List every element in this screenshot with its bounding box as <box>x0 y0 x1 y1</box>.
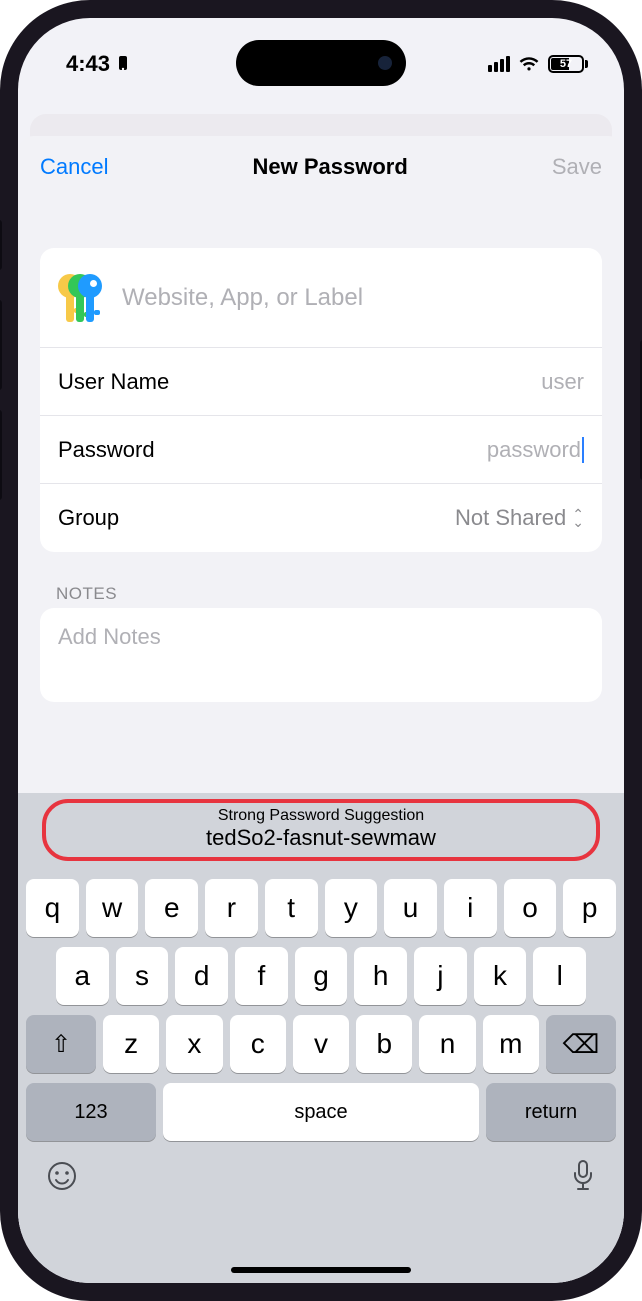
space-key[interactable]: space <box>163 1083 479 1141</box>
emoji-icon <box>46 1160 78 1192</box>
front-camera-icon <box>378 56 392 70</box>
suggestion-title: Strong Password Suggestion <box>68 807 575 825</box>
dynamic-island <box>236 40 406 86</box>
site-row[interactable]: Website, App, or Label <box>40 248 602 348</box>
key-u[interactable]: u <box>384 879 437 937</box>
notes-field[interactable]: Add Notes <box>40 608 602 702</box>
backspace-icon: ⌫ <box>563 1029 600 1060</box>
key-m[interactable]: m <box>483 1015 539 1073</box>
keyboard-rows: q w e r t y u i o p a s d <box>18 879 624 1141</box>
group-row[interactable]: Group Not Shared ⌃⌄ <box>40 484 602 552</box>
key-h[interactable]: h <box>354 947 407 1005</box>
shift-key[interactable]: ⇧ <box>26 1015 96 1073</box>
status-time: 4:43 <box>66 51 110 77</box>
key-y[interactable]: y <box>325 879 378 937</box>
password-value: password <box>487 437 581 463</box>
notes-section-header: NOTES <box>56 584 586 604</box>
cancel-button[interactable]: Cancel <box>40 154 108 180</box>
wifi-icon <box>518 56 540 72</box>
dictation-key[interactable] <box>570 1159 596 1201</box>
key-c[interactable]: c <box>230 1015 286 1073</box>
return-key[interactable]: return <box>486 1083 616 1141</box>
key-l[interactable]: l <box>533 947 586 1005</box>
keyboard-row-1: q w e r t y u i o p <box>26 879 616 937</box>
group-value: Not Shared <box>455 505 566 531</box>
site-field-placeholder: Website, App, or Label <box>122 284 363 312</box>
nav-bar: Cancel New Password Save <box>18 136 624 198</box>
keyboard-bottom-row <box>18 1141 624 1201</box>
microphone-icon <box>570 1159 596 1193</box>
battery-percent: 57 <box>550 58 582 70</box>
keyboard: Strong Password Suggestion tedSo2-fasnut… <box>18 793 624 1283</box>
key-s[interactable]: s <box>116 947 169 1005</box>
key-q[interactable]: q <box>26 879 79 937</box>
battery-indicator: 57 <box>548 55 588 73</box>
key-i[interactable]: i <box>444 879 497 937</box>
iphone-frame: 4:43 57 Cancel N <box>0 0 642 1301</box>
key-a[interactable]: a <box>56 947 109 1005</box>
screen: 4:43 57 Cancel N <box>18 18 624 1283</box>
key-b[interactable]: b <box>356 1015 412 1073</box>
keyboard-row-2: a s d f g h j k l <box>26 947 616 1005</box>
key-g[interactable]: g <box>295 947 348 1005</box>
key-r[interactable]: r <box>205 879 258 937</box>
username-value: user <box>541 369 584 395</box>
password-label: Password <box>58 437 487 463</box>
modal-sheet: Cancel New Password Save Website, App, o… <box>18 136 624 1283</box>
keyboard-row-4: 123 space return <box>26 1083 616 1141</box>
password-form-card: Website, App, or Label User Name user Pa… <box>40 248 602 552</box>
username-label: User Name <box>58 369 541 395</box>
cellular-signal-icon <box>488 56 510 72</box>
autofill-suggestion-bar: Strong Password Suggestion tedSo2-fasnut… <box>18 793 624 869</box>
keyboard-row-3: ⇧ z x c v b n m ⌫ <box>26 1015 616 1073</box>
location-indicator-icon <box>116 55 130 73</box>
strong-password-suggestion[interactable]: Strong Password Suggestion tedSo2-fasnut… <box>42 799 601 861</box>
key-z[interactable]: z <box>103 1015 159 1073</box>
key-j[interactable]: j <box>414 947 467 1005</box>
key-w[interactable]: w <box>86 879 139 937</box>
emoji-key[interactable] <box>46 1160 78 1200</box>
numbers-key[interactable]: 123 <box>26 1083 156 1141</box>
volume-up-button <box>0 300 2 390</box>
save-button[interactable]: Save <box>552 154 602 180</box>
key-x[interactable]: x <box>166 1015 222 1073</box>
username-row[interactable]: User Name user <box>40 348 602 416</box>
key-p[interactable]: p <box>563 879 616 937</box>
volume-down-button <box>0 410 2 500</box>
key-t[interactable]: t <box>265 879 318 937</box>
chevron-up-down-icon: ⌃⌄ <box>572 510 584 526</box>
group-label: Group <box>58 505 455 531</box>
passwords-app-icon <box>58 274 106 322</box>
text-cursor <box>582 437 584 463</box>
key-e[interactable]: e <box>145 879 198 937</box>
backspace-key[interactable]: ⌫ <box>546 1015 616 1073</box>
suggestion-value: tedSo2-fasnut-sewmaw <box>68 825 575 851</box>
home-indicator[interactable] <box>231 1267 411 1273</box>
key-o[interactable]: o <box>504 879 557 937</box>
key-f[interactable]: f <box>235 947 288 1005</box>
silence-switch <box>0 220 2 270</box>
key-v[interactable]: v <box>293 1015 349 1073</box>
password-row[interactable]: Password password <box>40 416 602 484</box>
notes-placeholder: Add Notes <box>58 624 161 649</box>
nav-title: New Password <box>253 154 408 180</box>
shift-icon: ⇧ <box>51 1030 71 1059</box>
key-k[interactable]: k <box>474 947 527 1005</box>
key-d[interactable]: d <box>175 947 228 1005</box>
key-n[interactable]: n <box>419 1015 475 1073</box>
